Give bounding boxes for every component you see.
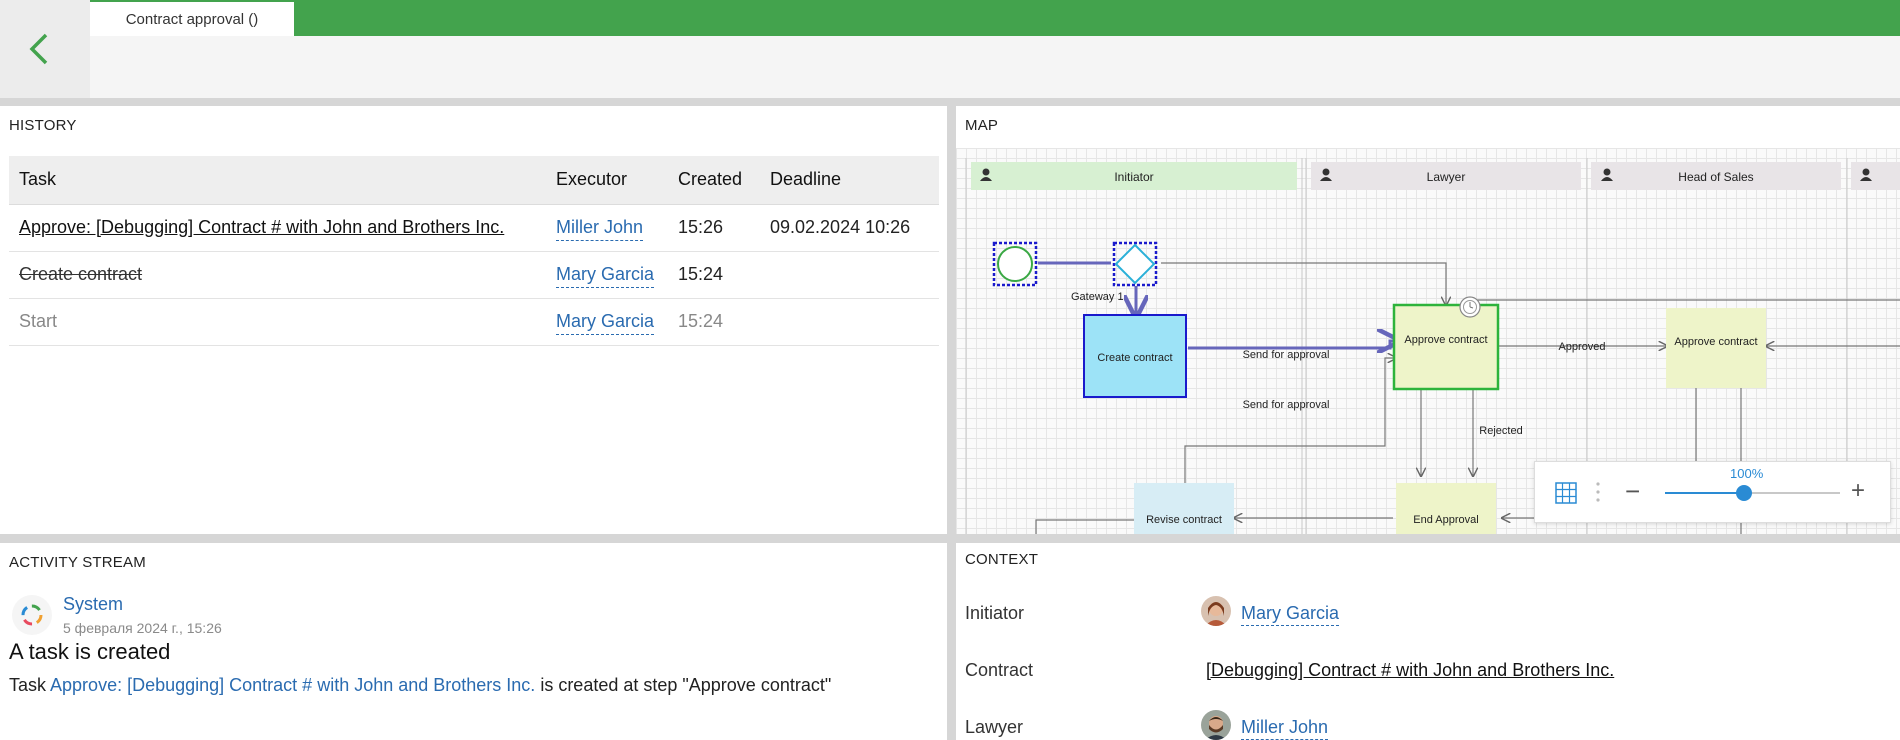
task-label-approve-contract-2: Approve contract [1674, 336, 1757, 348]
user-avatar-icon [1201, 710, 1231, 740]
activity-date: 5 февраля 2024 г., 15:26 [63, 620, 222, 636]
deadline-cell [760, 298, 939, 346]
task-approve-contract-head-of-sales[interactable]: Approve contract [1666, 308, 1766, 388]
top-bar [90, 0, 1900, 36]
context-contract-link[interactable]: [Debugging] Contract # with John and Bro… [1206, 660, 1614, 680]
task-label-end-approval: End Approval [1413, 514, 1478, 526]
context-label-contract: Contract [965, 660, 1034, 680]
avatar [12, 595, 52, 635]
context-title: CONTEXT [965, 551, 1039, 568]
lane-label-initiator: Initiator [1114, 170, 1153, 184]
user-avatar-icon [1201, 596, 1231, 626]
timer-icon [1459, 296, 1481, 318]
activity-author-link[interactable]: System [63, 594, 123, 615]
activity-text-prefix: Task [9, 675, 51, 695]
lane-label-head-of-sales: Head of Sales [1678, 170, 1753, 184]
context-panel: CONTEXT Initiator Mary Garcia Contract [… [956, 543, 1900, 740]
task-label-approve-contract: Approve contract [1404, 334, 1487, 346]
task-label-create-contract: Create contract [1097, 352, 1172, 364]
tab-contract-approval[interactable]: Contract approval () [90, 0, 294, 36]
map-title: MAP [965, 117, 999, 134]
edge-label-send-for-approval: Send for approval [1243, 349, 1330, 361]
lane-label-lawyer: Lawyer [1427, 170, 1466, 184]
task-link[interactable]: Approve: [Debugging] Contract # with Joh… [19, 217, 504, 237]
executor-link[interactable]: Mary Garcia [556, 264, 655, 288]
task-label-revise-contract: Revise contract [1146, 514, 1222, 526]
gateway-node[interactable]: Gateway 1 [1071, 241, 1158, 303]
column-header-deadline[interactable]: Deadline [760, 156, 939, 205]
task-revise-contract[interactable]: Revise contract [1134, 483, 1234, 534]
column-header-executor[interactable]: Executor [546, 156, 668, 205]
table-row: Approve: [Debugging] Contract # with Joh… [9, 204, 939, 252]
zoom-slider-handle[interactable] [1735, 485, 1752, 501]
table-row: Start Mary Garcia 15:24 [9, 298, 939, 346]
chevron-left-icon [29, 33, 48, 65]
system-logo-icon [21, 604, 43, 626]
zoom-level-label: 100% [1730, 466, 1764, 481]
task-approve-contract[interactable]: Approve contract [1392, 296, 1500, 391]
table-row: Create contract Mary Garcia 15:24 [9, 251, 939, 299]
activity-message: Task Approve: [Debugging] Contract # wit… [9, 675, 831, 696]
activity-task-link[interactable]: Approve: [Debugging] Contract # with Joh… [50, 675, 535, 695]
history-title: HISTORY [9, 117, 77, 134]
context-label-initiator: Initiator [965, 603, 1025, 623]
deadline-cell [760, 251, 939, 299]
executor-link[interactable]: Mary Garcia [556, 311, 655, 335]
back-button[interactable] [0, 0, 90, 98]
activity-headline: A task is created [9, 639, 171, 664]
toolbar [90, 36, 1900, 98]
lane-next[interactable] [1851, 162, 1900, 190]
activity-text-suffix: is created at step "Approve contract" [535, 675, 832, 695]
task-create-contract[interactable]: Create contract [1083, 314, 1187, 398]
deadline-cell: 09.02.2024 10:26 [760, 204, 939, 252]
zoom-control: − 100% + [1534, 461, 1891, 523]
zoom-out-button[interactable]: − [1625, 476, 1640, 506]
flow-edge-send-for-approval [1188, 341, 1398, 348]
history-table: Task Executor Created Deadline Approve: … [9, 156, 939, 346]
edge-label-send-for-approval: Send for approval [1243, 399, 1330, 411]
drag-handle-icon[interactable] [1595, 480, 1601, 504]
lane-head-of-sales[interactable]: Head of Sales [1591, 162, 1841, 190]
avatar [1201, 596, 1231, 626]
grid-icon[interactable] [1555, 482, 1577, 504]
zoom-in-button[interactable]: + [1851, 476, 1865, 506]
task-end-approval[interactable]: End Approval [1396, 483, 1496, 534]
flow-edge [1161, 262, 1446, 305]
column-header-created[interactable]: Created [668, 156, 760, 205]
activity-stream-panel: ACTIVITY STREAM System 5 февраля 2024 г.… [0, 543, 947, 740]
start-event[interactable] [992, 241, 1038, 287]
column-header-task[interactable]: Task [9, 156, 546, 205]
executor-link[interactable]: Miller John [556, 217, 644, 241]
lane-lawyer[interactable]: Lawyer [1311, 162, 1581, 190]
context-label-lawyer: Lawyer [965, 717, 1024, 737]
zoom-slider[interactable] [1665, 485, 1840, 501]
avatar [1201, 710, 1231, 740]
zoom-slider-fill [1665, 492, 1744, 494]
table-header-row: Task Executor Created Deadline [9, 156, 939, 205]
history-panel: HISTORY Task Executor Created Deadline A… [0, 106, 947, 534]
created-cell: 15:26 [668, 204, 760, 252]
created-cell: 15:24 [668, 298, 760, 346]
edge-label-rejected: Rejected [1479, 425, 1522, 437]
edge-label-approved: Approved [1558, 341, 1605, 353]
task-label: Start [19, 311, 58, 331]
context-initiator-link[interactable]: Mary Garcia [1241, 603, 1340, 626]
app-root: Contract approval () HISTORY Task Execut… [0, 0, 1900, 740]
created-cell: 15:24 [668, 251, 760, 299]
flow-edge [1035, 519, 1136, 534]
gateway-label: Gateway 1 [1071, 291, 1124, 303]
context-lawyer-link[interactable]: Miller John [1241, 717, 1329, 740]
activity-title: ACTIVITY STREAM [9, 554, 146, 571]
task-label-line: Approve contract [1404, 334, 1487, 346]
lane-initiator[interactable]: Initiator [971, 162, 1297, 190]
task-link[interactable]: Create contract [19, 264, 142, 284]
